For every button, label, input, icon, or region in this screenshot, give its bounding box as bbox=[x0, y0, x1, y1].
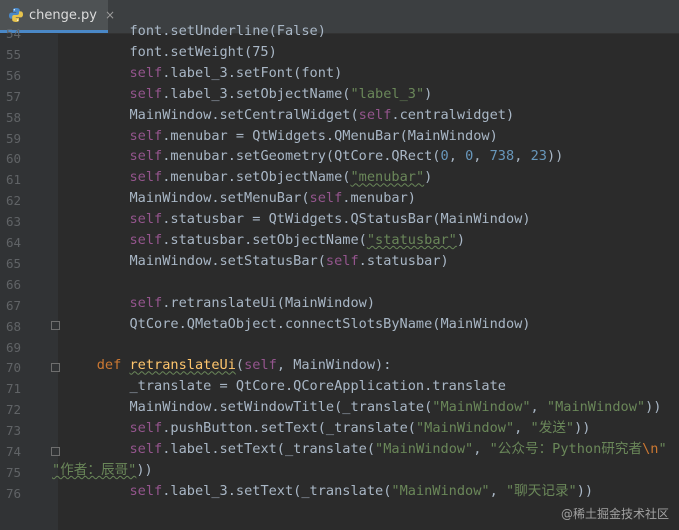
code-line: self.menubar = QtWidgets.QMenuBar(MainWi… bbox=[129, 127, 498, 144]
code-line: self.pushButton.setText(_translate("Main… bbox=[129, 420, 591, 437]
gutter-line: 56 bbox=[0, 66, 58, 87]
line-number: 75 bbox=[6, 464, 22, 480]
gutter-line: 63 bbox=[0, 212, 58, 233]
code-line: self.menubar.setGeometry(QtCore.QRect(0,… bbox=[129, 148, 564, 165]
gutter-line: 58 bbox=[0, 108, 58, 129]
gutter-line: 70 bbox=[0, 358, 58, 379]
gutter-line: 57 bbox=[0, 87, 58, 108]
gutter-line: 73 bbox=[0, 421, 58, 442]
code-line: def retranslateUi(self, MainWindow): bbox=[64, 357, 392, 374]
code-line: self.menubar.setObjectName("menubar") bbox=[129, 169, 433, 186]
line-number: 54 bbox=[6, 26, 22, 41]
line-number: 63 bbox=[6, 214, 22, 230]
line-number: 64 bbox=[6, 235, 22, 250]
gutter-line: 67 bbox=[0, 296, 58, 317]
watermark-text: @稀土掘金技术社区 bbox=[560, 507, 669, 521]
python-file-icon bbox=[8, 7, 24, 23]
line-number: 73 bbox=[6, 423, 22, 439]
line-number: 69 bbox=[6, 339, 22, 355]
line-number: 60 bbox=[6, 151, 22, 167]
code-line: MainWindow.setCentralWidget(self.central… bbox=[64, 106, 515, 123]
code-line: QtCore.QMetaObject.connectSlotsByName(Ma… bbox=[64, 315, 531, 332]
line-number: 56 bbox=[6, 67, 22, 83]
gutter-line: 68 bbox=[0, 317, 58, 338]
gutter-line: 62 bbox=[0, 191, 58, 212]
code-line: MainWindow.setWindowTitle(_translate("Ma… bbox=[64, 399, 662, 416]
gutter-line: 66 bbox=[0, 275, 58, 296]
gutter-line: 59 bbox=[0, 129, 58, 150]
code-line: "作者：辰哥")) bbox=[52, 461, 153, 478]
gutter-line: 75 bbox=[0, 463, 58, 484]
code-line: self.label_3.setText(_translate("MainWin… bbox=[129, 482, 594, 499]
gutter-line: 55 bbox=[0, 45, 58, 66]
fold-marker[interactable] bbox=[51, 363, 60, 372]
line-number: 55 bbox=[6, 46, 22, 62]
code-line: self.retranslateUi(MainWindow) bbox=[129, 294, 376, 311]
line-number: 62 bbox=[6, 193, 22, 209]
line-number: 67 bbox=[6, 297, 22, 313]
line-number: 68 bbox=[6, 318, 22, 334]
code-line: self.statusbar.setObjectName("statusbar"… bbox=[129, 232, 466, 248]
line-number: 58 bbox=[6, 109, 22, 125]
code-line: font.setWeight(75) bbox=[64, 43, 277, 60]
code-line: self.label_3.setFont(font) bbox=[129, 64, 343, 81]
line-number: 72 bbox=[6, 402, 22, 418]
code-line: MainWindow.setStatusBar(self.statusbar) bbox=[64, 252, 449, 269]
code-area[interactable]: font.setUnderline(False) font.setWeight(… bbox=[52, 23, 679, 530]
line-number-gutter: 54 55 56 57 58 59 60 61 62 63 64 65 66 6… bbox=[0, 26, 60, 530]
line-number: 57 bbox=[6, 88, 22, 104]
fold-marker[interactable] bbox=[51, 321, 60, 330]
line-number: 76 bbox=[6, 485, 22, 501]
line-number: 61 bbox=[6, 172, 22, 188]
gutter-line: 74 bbox=[0, 442, 58, 463]
gutter-line: 76 bbox=[0, 484, 58, 505]
close-icon[interactable]: × bbox=[105, 8, 115, 22]
code-line: MainWindow.setMenuBar(self.menubar) bbox=[64, 190, 416, 207]
gutter-line: 69 bbox=[0, 338, 58, 359]
code-editor[interactable]: 54 55 56 57 58 59 60 61 62 63 64 65 66 6… bbox=[0, 23, 679, 530]
code-line: _translate = QtCore.QCoreApplication.tra… bbox=[64, 378, 506, 395]
line-number: 65 bbox=[6, 255, 22, 271]
fold-marker[interactable] bbox=[51, 447, 60, 456]
gutter-line: 60 bbox=[0, 149, 58, 170]
gutter-line: 71 bbox=[0, 379, 58, 400]
gutter-line: 72 bbox=[0, 400, 58, 421]
code-line: self.statusbar = QtWidgets.QStatusBar(Ma… bbox=[129, 211, 531, 228]
line-number: 66 bbox=[6, 276, 22, 292]
code-line: font.setUnderline(False) bbox=[64, 23, 326, 39]
gutter-line: 61 bbox=[0, 170, 58, 191]
line-number: 70 bbox=[6, 360, 22, 376]
gutter-line: 64 bbox=[0, 233, 58, 254]
gutter-line: 65 bbox=[0, 254, 58, 275]
code-line: self.label_3.setObjectName("label_3") bbox=[129, 85, 433, 102]
line-number: 74 bbox=[6, 444, 22, 459]
gutter-line: 54 bbox=[0, 24, 58, 45]
code-line: self.label.setText(_translate("MainWindo… bbox=[129, 441, 667, 457]
line-number: 59 bbox=[6, 130, 22, 146]
line-number: 71 bbox=[6, 381, 22, 397]
